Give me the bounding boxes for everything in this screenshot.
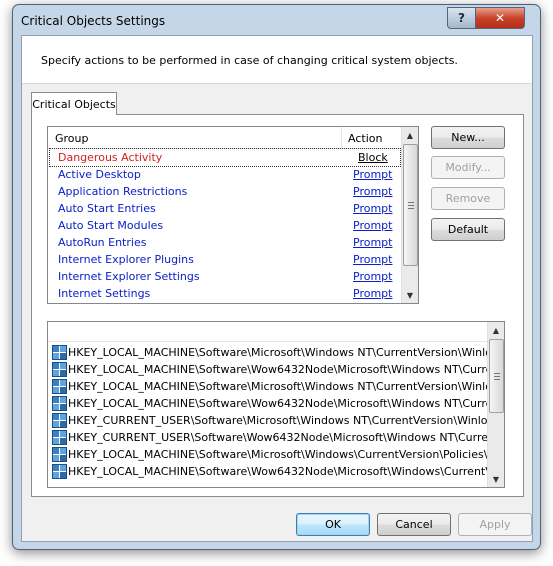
key-row[interactable]: HKEY_LOCAL_MACHINE\Software\Microsoft\Wi… — [52, 378, 488, 395]
default-button[interactable]: Default — [431, 218, 505, 241]
key-path: HKEY_LOCAL_MACHINE\Software\Microsoft\Wi… — [68, 380, 488, 393]
key-row[interactable]: HKEY_LOCAL_MACHINE\Software\Microsoft\Wi… — [52, 446, 488, 463]
description-area: Specify actions to be performed in case … — [22, 36, 532, 84]
group-name: Dangerous Activity — [58, 151, 163, 164]
registry-key-icon — [52, 430, 67, 445]
remove-button[interactable]: Remove — [431, 187, 505, 210]
window-title: Critical Objects Settings — [21, 14, 166, 28]
dialog-window: Critical Objects Settings ? ✕ Specify ac… — [12, 4, 541, 550]
column-separator[interactable] — [341, 127, 342, 148]
scroll-up-arrow-icon[interactable]: ▲ — [402, 127, 418, 143]
registry-key-icon — [52, 464, 67, 479]
scroll-thumb[interactable] — [403, 144, 418, 266]
key-row[interactable]: HKEY_LOCAL_MACHINE\Software\Wow6432Node\… — [52, 463, 488, 480]
registry-key-icon — [52, 379, 67, 394]
scroll-thumb[interactable] — [489, 339, 504, 413]
key-row[interactable]: HKEY_LOCAL_MACHINE\Software\Wow6432Node\… — [52, 395, 488, 412]
tab-critical-objects[interactable]: Critical Objects — [31, 92, 117, 115]
scroll-down-arrow-icon[interactable]: ▼ — [488, 471, 504, 487]
group-row[interactable]: Auto Start Modules Prompt — [50, 217, 400, 234]
registry-key-icon — [52, 362, 67, 377]
scroll-up-arrow-icon[interactable]: ▲ — [488, 322, 504, 338]
key-list-header — [48, 322, 488, 342]
description-text: Specify actions to be performed in case … — [41, 54, 458, 67]
help-button[interactable]: ? — [447, 7, 476, 29]
key-path: HKEY_LOCAL_MACHINE\Software\Microsoft\Wi… — [68, 448, 488, 461]
key-row[interactable]: HKEY_CURRENT_USER\Software\Wow6432Node\M… — [52, 429, 488, 446]
group-row[interactable]: Application Restrictions Prompt — [50, 183, 400, 200]
key-row[interactable]: HKEY_LOCAL_MACHINE\Software\Wow6432Node\… — [52, 361, 488, 378]
group-name: Application Restrictions — [58, 185, 188, 198]
key-path: HKEY_LOCAL_MACHINE\Software\Wow6432Node\… — [68, 363, 488, 376]
group-row[interactable]: AutoRun Entries Prompt — [50, 234, 400, 251]
group-row[interactable]: Internet Settings Prompt — [50, 285, 400, 302]
key-row[interactable]: HKEY_LOCAL_MACHINE\Software\Microsoft\Wi… — [52, 344, 488, 361]
registry-key-list[interactable]: HKEY_LOCAL_MACHINE\Software\Microsoft\Wi… — [47, 321, 505, 488]
key-row[interactable]: HKEY_CURRENT_USER\Software\Microsoft\Win… — [52, 412, 488, 429]
key-path: HKEY_LOCAL_MACHINE\Software\Wow6432Node\… — [68, 465, 488, 478]
group-list-header: Group Action — [48, 127, 401, 149]
group-name: Internet Settings — [58, 287, 151, 300]
group-row[interactable]: Auto Start Entries Prompt — [50, 200, 400, 217]
group-action-link[interactable]: Prompt — [353, 270, 392, 283]
group-action-link[interactable]: Prompt — [353, 185, 392, 198]
cancel-button[interactable]: Cancel — [377, 513, 451, 536]
group-action-link[interactable]: Prompt — [353, 219, 392, 232]
column-header-group[interactable]: Group — [55, 132, 89, 145]
group-name: Active Desktop — [58, 168, 141, 181]
modify-button[interactable]: Modify... — [431, 156, 505, 179]
group-name: Auto Start Modules — [58, 219, 164, 232]
key-list-scrollbar[interactable]: ▲ ▼ — [487, 322, 504, 487]
group-action-link[interactable]: Block — [358, 151, 388, 164]
title-bar[interactable]: Critical Objects Settings ? ✕ — [13, 5, 540, 35]
close-button[interactable]: ✕ — [475, 7, 525, 29]
scroll-down-arrow-icon[interactable]: ▼ — [402, 287, 418, 303]
registry-key-icon — [52, 447, 67, 462]
group-row[interactable]: Internet Explorer Settings Prompt — [50, 268, 400, 285]
ok-button[interactable]: OK — [296, 513, 370, 536]
registry-key-icon — [52, 396, 67, 411]
group-row[interactable]: Dangerous Activity Block — [49, 148, 401, 167]
registry-key-icon — [52, 345, 67, 360]
group-action-link[interactable]: Prompt — [353, 168, 392, 181]
group-action-link[interactable]: Prompt — [353, 236, 392, 249]
new-button[interactable]: New... — [431, 126, 505, 149]
group-row[interactable]: Internet Explorer Plugins Prompt — [50, 251, 400, 268]
group-action-link[interactable]: Prompt — [353, 287, 392, 300]
key-path: HKEY_CURRENT_USER\Software\Microsoft\Win… — [68, 414, 488, 427]
tab-panel: Group Action Dangerous Activity Block Ac… — [31, 114, 524, 497]
group-list-scrollbar[interactable]: ▲ ▼ — [401, 127, 418, 303]
key-path: HKEY_LOCAL_MACHINE\Software\Wow6432Node\… — [68, 397, 488, 410]
group-name: AutoRun Entries — [58, 236, 147, 249]
group-row[interactable]: Active Desktop Prompt — [50, 166, 400, 183]
column-header-action[interactable]: Action — [348, 132, 382, 145]
group-action-link[interactable]: Prompt — [353, 202, 392, 215]
group-name: Auto Start Entries — [58, 202, 156, 215]
group-name: Internet Explorer Settings — [58, 270, 200, 283]
registry-key-icon — [52, 413, 67, 428]
dialog-client: Specify actions to be performed in case … — [21, 35, 533, 542]
group-action-link[interactable]: Prompt — [353, 253, 392, 266]
apply-button[interactable]: Apply — [458, 513, 532, 536]
key-path: HKEY_LOCAL_MACHINE\Software\Microsoft\Wi… — [68, 346, 488, 359]
group-name: Internet Explorer Plugins — [58, 253, 194, 266]
group-list[interactable]: Group Action Dangerous Activity Block Ac… — [47, 126, 419, 304]
key-path: HKEY_CURRENT_USER\Software\Wow6432Node\M… — [68, 431, 488, 444]
